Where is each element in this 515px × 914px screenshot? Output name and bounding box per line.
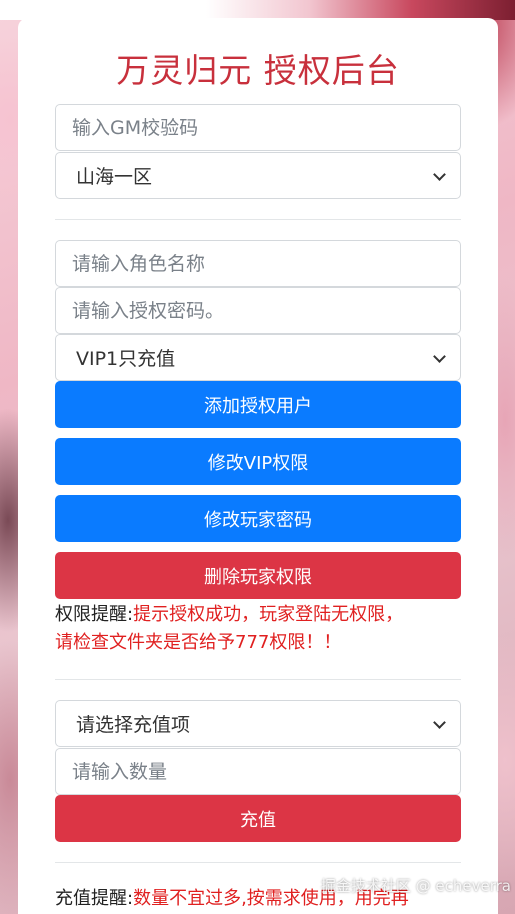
permission-notice-line2: 请检查文件夹是否给予777权限！！ — [55, 632, 342, 653]
server-select-value: 山海一区 — [76, 166, 153, 188]
section-divider — [55, 862, 461, 863]
chevron-down-icon — [433, 716, 446, 729]
add-auth-user-button[interactable]: 添加授权用户 — [55, 381, 461, 428]
auth-panel: 万灵归元 授权后台 山海一区 VIP1只充值 添加授权用户 修改VIP权限 修改… — [18, 18, 498, 914]
delete-permission-button[interactable]: 删除玩家权限 — [55, 552, 461, 599]
modify-password-button[interactable]: 修改玩家密码 — [55, 495, 461, 542]
section-divider — [55, 219, 461, 220]
server-select[interactable]: 山海一区 — [55, 152, 461, 199]
permission-notice-label: 权限提醒: — [55, 604, 134, 625]
section-divider — [55, 679, 461, 680]
watermark-text: 掘金技术社区 @ echeverra — [320, 877, 511, 895]
auth-password-input[interactable] — [55, 287, 461, 334]
permission-notice: 权限提醒:提示授权成功，玩家登陆无权限， 请检查文件夹是否给予777权限！！ — [55, 601, 465, 657]
permission-notice-line1: 提示授权成功，玩家登陆无权限， — [133, 604, 404, 625]
modify-vip-button[interactable]: 修改VIP权限 — [55, 438, 461, 485]
role-name-input[interactable] — [55, 240, 461, 287]
vip-select-value: VIP1只充值 — [76, 348, 176, 370]
chevron-down-icon — [433, 168, 446, 181]
background-top-strip — [0, 0, 515, 20]
recharge-notice-label: 充值提醒: — [55, 888, 134, 909]
recharge-button[interactable]: 充值 — [55, 795, 461, 842]
chevron-down-icon — [433, 350, 446, 363]
page-title: 万灵归元 授权后台 — [116, 51, 400, 90]
gm-code-input[interactable] — [55, 104, 461, 151]
vip-select[interactable]: VIP1只充值 — [55, 334, 461, 381]
quantity-input[interactable] — [55, 748, 461, 795]
recharge-item-select-value: 请选择充值项 — [76, 714, 191, 736]
recharge-item-select[interactable]: 请选择充值项 — [55, 700, 461, 747]
